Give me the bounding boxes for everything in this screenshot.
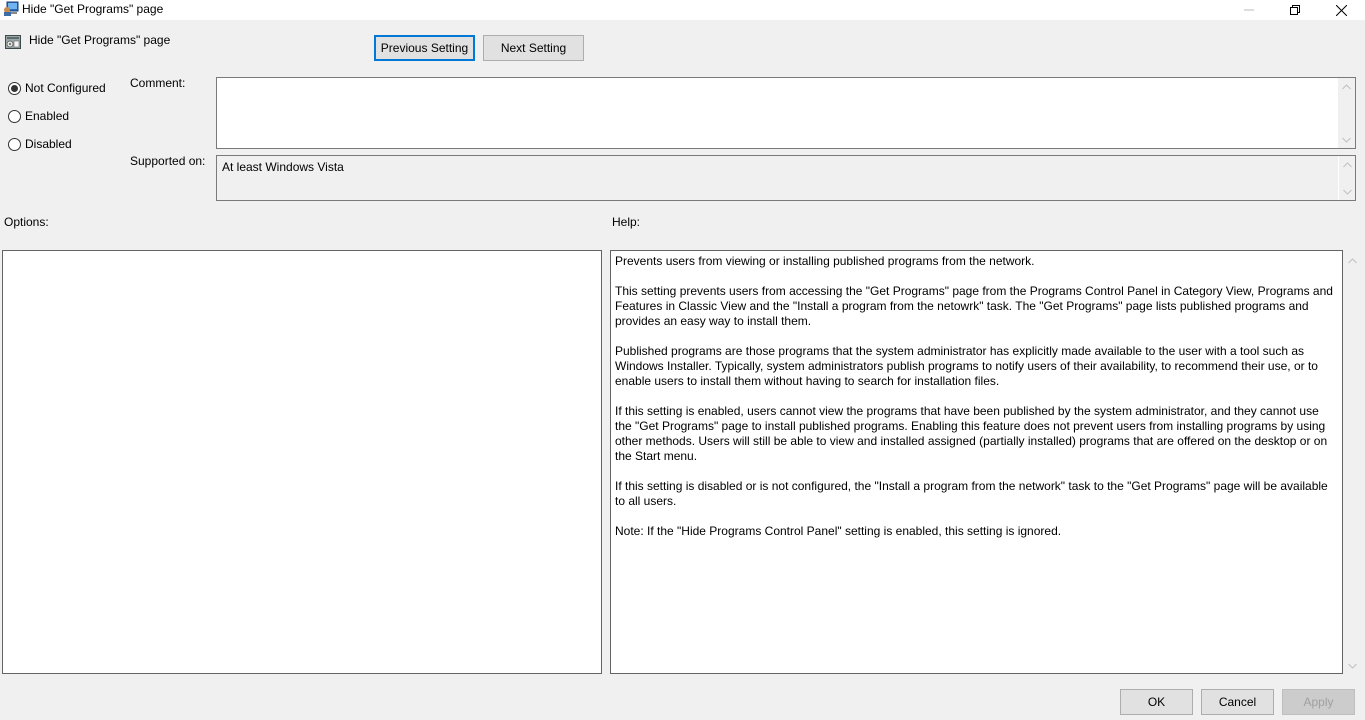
policy-setting-icon <box>5 34 21 50</box>
supported-on-field: At least Windows Vista <box>216 155 1356 201</box>
supported-on-label: Supported on: <box>130 154 206 168</box>
help-label: Help: <box>612 215 641 229</box>
help-scrollbar[interactable] <box>1344 250 1361 674</box>
window-title: Hide "Get Programs" page <box>22 2 164 16</box>
supported-on-value: At least Windows Vista <box>222 160 344 174</box>
apply-button[interactable]: Apply <box>1282 689 1355 715</box>
radio-not-configured[interactable]: Not Configured <box>8 80 106 96</box>
restore-button[interactable] <box>1272 0 1318 20</box>
next-setting-button[interactable]: Next Setting <box>483 35 584 61</box>
supported-scrollbar[interactable] <box>1338 156 1355 200</box>
radio-checked-icon <box>8 81 21 95</box>
close-icon <box>1335 4 1347 16</box>
radio-label: Disabled <box>25 137 72 151</box>
radio-enabled[interactable]: Enabled <box>8 108 69 124</box>
scroll-up-icon[interactable] <box>1338 78 1355 95</box>
group-policy-app-icon <box>3 1 19 17</box>
options-label: Options: <box>4 215 49 229</box>
scroll-down-icon[interactable] <box>1339 183 1356 200</box>
minimize-button[interactable] <box>1226 0 1272 20</box>
ok-button[interactable]: OK <box>1120 689 1193 715</box>
title-bar: Hide "Get Programs" page <box>0 0 1365 20</box>
help-paragraph: Published programs are those programs th… <box>615 344 1318 388</box>
restore-icon <box>1290 5 1300 15</box>
radio-unchecked-icon <box>8 137 21 151</box>
scroll-up-icon[interactable] <box>1344 252 1361 269</box>
help-paragraph: Prevents users from viewing or installin… <box>615 254 1035 268</box>
radio-disabled[interactable]: Disabled <box>8 136 72 152</box>
help-text: Prevents users from viewing or installin… <box>615 254 1338 554</box>
help-panel: Prevents users from viewing or installin… <box>610 250 1343 674</box>
previous-setting-button[interactable]: Previous Setting <box>374 35 475 61</box>
options-panel <box>2 250 602 674</box>
scroll-down-icon[interactable] <box>1338 131 1355 148</box>
radio-unchecked-icon <box>8 109 21 123</box>
help-paragraph: Note: If the "Hide Programs Control Pane… <box>615 524 1062 538</box>
radio-label: Enabled <box>25 109 70 123</box>
help-paragraph: If this setting is disabled or is not co… <box>615 479 1328 508</box>
close-button[interactable] <box>1318 0 1364 20</box>
comment-label: Comment: <box>130 76 186 90</box>
comment-textarea[interactable] <box>216 77 1356 149</box>
comment-scrollbar[interactable] <box>1338 78 1355 148</box>
cancel-button[interactable]: Cancel <box>1201 689 1274 715</box>
minimize-icon <box>1244 9 1254 11</box>
scroll-up-icon[interactable] <box>1339 156 1356 173</box>
help-paragraph: If this setting is enabled, users cannot… <box>615 404 1328 463</box>
radio-label: Not Configured <box>25 81 106 95</box>
help-paragraph: This setting prevents users from accessi… <box>615 284 1333 328</box>
policy-title: Hide "Get Programs" page <box>29 33 171 47</box>
scroll-down-icon[interactable] <box>1344 657 1361 674</box>
